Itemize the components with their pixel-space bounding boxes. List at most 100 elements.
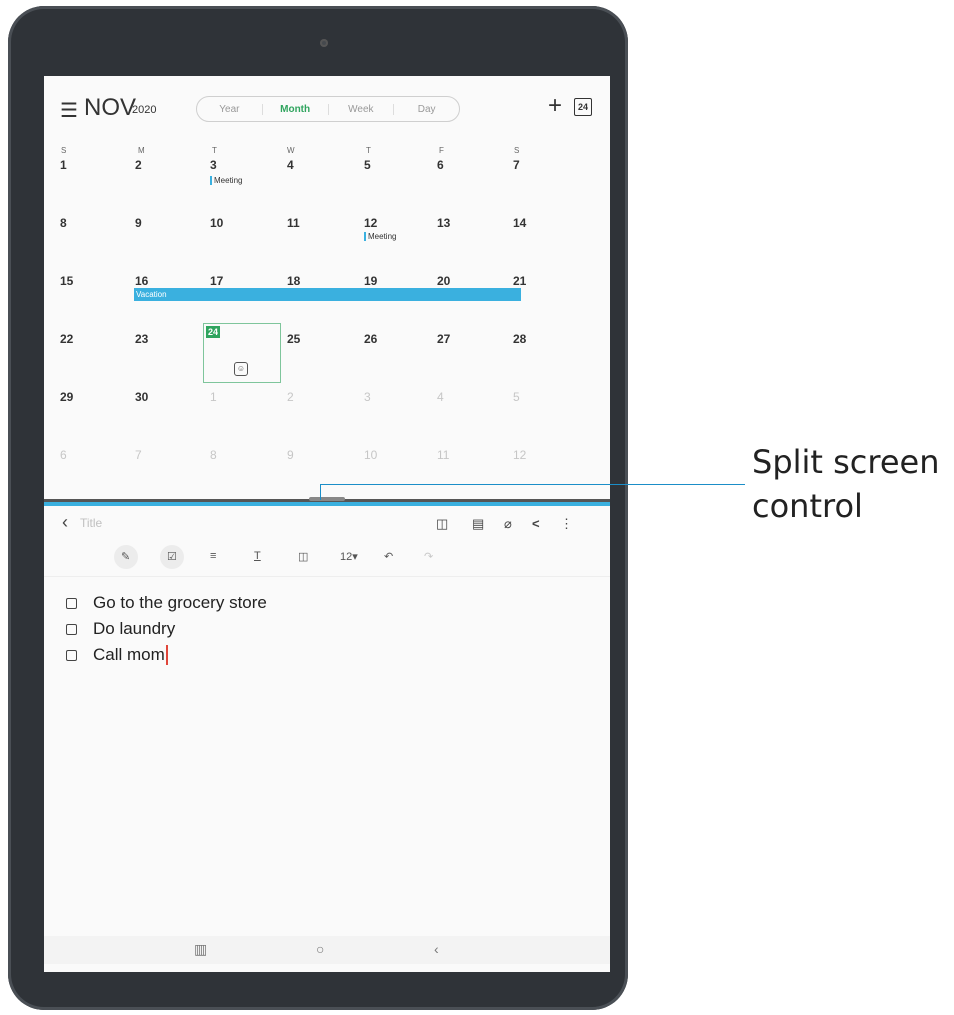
day-cell[interactable]: 11: [287, 216, 300, 230]
day-cell[interactable]: 12: [513, 448, 526, 462]
day-cell[interactable]: 5: [364, 158, 371, 172]
tab-week[interactable]: Week: [329, 103, 395, 115]
day-cell[interactable]: 12: [364, 216, 377, 230]
event-meeting[interactable]: Meeting: [364, 232, 396, 241]
month-label: NOV: [84, 94, 137, 121]
title-input[interactable]: Title: [80, 516, 102, 530]
split-screen-handle[interactable]: [309, 497, 345, 501]
table-icon[interactable]: ◫: [298, 550, 308, 563]
list-item: Do laundry: [66, 616, 267, 642]
callout-leader-horizontal: [320, 484, 745, 485]
text-format-icon[interactable]: T: [254, 550, 261, 562]
day-cell[interactable]: 19: [364, 274, 377, 288]
day-cell[interactable]: 9: [135, 216, 142, 230]
day-cell[interactable]: 26: [364, 332, 377, 346]
template-icon[interactable]: ▤: [472, 516, 484, 532]
font-size-value: 12: [340, 551, 353, 563]
list-item-text[interactable]: Go to the grocery store: [93, 593, 267, 613]
day-cell[interactable]: 20: [437, 274, 450, 288]
weekday-label: S: [514, 146, 520, 155]
day-cell[interactable]: 22: [60, 332, 73, 346]
day-cell[interactable]: 8: [210, 448, 217, 462]
checklist: Go to the grocery store Do laundry Call …: [66, 590, 267, 668]
day-cell[interactable]: 7: [135, 448, 142, 462]
day-cell[interactable]: 21: [513, 274, 526, 288]
day-cell[interactable]: 14: [513, 216, 526, 230]
home-icon[interactable]: ○: [316, 941, 324, 957]
day-cell[interactable]: 25: [287, 332, 300, 346]
list-item-text[interactable]: Do laundry: [93, 619, 175, 639]
day-cell[interactable]: 5: [513, 390, 520, 404]
back-icon[interactable]: ‹: [62, 512, 68, 533]
callout-line-2: control: [752, 487, 863, 525]
view-tabs: Year Month Week Day: [196, 96, 460, 122]
day-cell[interactable]: 3: [210, 158, 217, 172]
day-cell[interactable]: 4: [437, 390, 444, 404]
day-cell[interactable]: 30: [135, 390, 148, 404]
text-style-icon[interactable]: ≡: [210, 550, 216, 562]
year-label: 2020: [132, 104, 157, 116]
day-cell[interactable]: 10: [364, 448, 377, 462]
day-cell[interactable]: 6: [437, 158, 444, 172]
day-cell[interactable]: 18: [287, 274, 300, 288]
more-options-icon[interactable]: ⋮: [560, 516, 573, 532]
attach-icon[interactable]: ⌀: [504, 516, 512, 532]
nav-back-icon[interactable]: ‹: [434, 941, 439, 957]
undo-icon[interactable]: ↶: [384, 550, 393, 563]
sticker-icon[interactable]: ☺: [234, 362, 248, 376]
event-vacation[interactable]: Vacation: [134, 288, 521, 301]
checkbox-icon: ☑: [167, 551, 177, 563]
redo-icon[interactable]: ↷: [424, 550, 433, 563]
callout-leader-vertical: [320, 484, 321, 500]
day-cell[interactable]: 6: [60, 448, 67, 462]
font-size-select[interactable]: 12▾: [340, 550, 358, 563]
day-cell[interactable]: 3: [364, 390, 371, 404]
day-cell[interactable]: 7: [513, 158, 520, 172]
day-cell[interactable]: 16: [135, 274, 148, 288]
day-cell[interactable]: 4: [287, 158, 294, 172]
recent-apps-icon[interactable]: ▥: [194, 941, 207, 958]
day-cell[interactable]: 23: [135, 332, 148, 346]
checkbox[interactable]: [66, 623, 77, 635]
pen-icon: ✎: [121, 551, 131, 563]
checkbox[interactable]: [66, 597, 77, 609]
day-cell[interactable]: 1: [60, 158, 67, 172]
weekday-label: M: [138, 146, 145, 155]
list-item-text[interactable]: Call mom: [93, 645, 165, 665]
day-cell[interactable]: 8: [60, 216, 67, 230]
day-cell[interactable]: 17: [210, 274, 223, 288]
day-cell[interactable]: 2: [135, 158, 142, 172]
day-cell[interactable]: 1: [210, 390, 217, 404]
format-toolbar: ✎ ☑ ≡ T ◫ 12▾ ↶ ↷: [44, 542, 610, 577]
day-cell[interactable]: 15: [60, 274, 73, 288]
navigation-bar: ▥ ○ ‹: [44, 936, 610, 964]
add-event-icon[interactable]: +: [548, 92, 562, 120]
today-day-cell[interactable]: 24: [206, 326, 220, 338]
tab-year[interactable]: Year: [197, 103, 263, 115]
weekday-label: T: [212, 146, 217, 155]
screen: ☰ NOV 2020 Year Month Week Day + 24 S M …: [44, 76, 610, 972]
day-cell[interactable]: 27: [437, 332, 450, 346]
day-cell[interactable]: 11: [437, 448, 449, 462]
day-cell[interactable]: 9: [287, 448, 294, 462]
calendar-header: ☰ NOV 2020 Year Month Week Day + 24: [44, 76, 610, 138]
calendar-app: ☰ NOV 2020 Year Month Week Day + 24 S M …: [44, 76, 610, 508]
menu-icon[interactable]: ☰: [60, 98, 78, 123]
day-cell[interactable]: 28: [513, 332, 526, 346]
text-cursor: [165, 645, 168, 665]
notes-toolbar: ‹ Title ◫ ▤ ⌀ < ⋮: [44, 506, 610, 542]
day-cell[interactable]: 13: [437, 216, 450, 230]
share-icon[interactable]: <: [532, 516, 540, 531]
checkbox[interactable]: [66, 649, 77, 661]
weekday-label: F: [439, 146, 444, 155]
today-icon[interactable]: 24: [574, 98, 592, 116]
tab-day[interactable]: Day: [394, 104, 459, 115]
day-cell[interactable]: 10: [210, 216, 223, 230]
event-meeting[interactable]: Meeting: [210, 176, 242, 185]
tab-month[interactable]: Month: [263, 103, 329, 115]
day-cell[interactable]: 29: [60, 390, 73, 404]
notes-app: ‹ Title ◫ ▤ ⌀ < ⋮ ✎ ☑ ≡ T ◫ 12▾ ↶ ↷ Go t…: [44, 506, 610, 966]
list-item: Call mom: [66, 642, 267, 668]
day-cell[interactable]: 2: [287, 390, 294, 404]
book-view-icon[interactable]: ◫: [436, 516, 448, 532]
